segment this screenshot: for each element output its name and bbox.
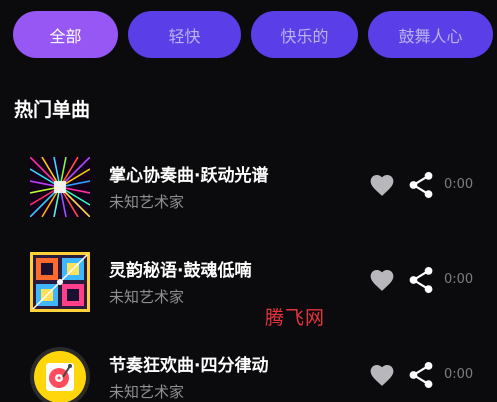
song-title: 灵韵秘语·鼓魂低喃	[109, 261, 252, 281]
record-player-cover	[30, 347, 90, 402]
watermark-text: 腾飞网	[265, 307, 326, 329]
share-icon[interactable]	[408, 361, 434, 389]
heart-icon[interactable]	[369, 268, 395, 292]
song-row[interactable]: 节奏狂欢曲·四分律动 未知艺术家 0:00	[0, 337, 497, 402]
song-row[interactable]: 掌心协奏曲·跃动光谱 未知艺术家 0:00	[0, 147, 497, 227]
tab-label: 鼓舞人心	[398, 26, 463, 46]
song-title: 掌心协奏曲·跃动光谱	[109, 166, 269, 186]
share-icon[interactable]	[408, 171, 434, 199]
song-duration: 0:00	[444, 177, 474, 192]
song-duration: 0:00	[444, 272, 474, 287]
tab-all[interactable]: 全部	[13, 11, 118, 58]
tab-label: 全部	[49, 26, 82, 46]
tab-upbeat[interactable]: 轻快	[128, 11, 241, 58]
song-title: 节奏狂欢曲·四分律动	[109, 356, 269, 376]
share-icon[interactable]	[408, 266, 434, 294]
song-duration: 0:00	[444, 367, 474, 382]
song-row[interactable]: 灵韵秘语·鼓魂低喃 未知艺术家 0:00	[0, 242, 497, 322]
tab-label: 快乐的	[280, 26, 329, 46]
section-title: 热门单曲	[14, 99, 91, 121]
colorful-grid-cover	[30, 252, 90, 312]
song-artist: 未知艺术家	[109, 383, 185, 401]
tab-label: 轻快	[168, 26, 201, 46]
song-artist: 未知艺术家	[109, 193, 185, 211]
song-artist: 未知艺术家	[109, 288, 185, 306]
neon-tunnel-cover	[30, 157, 90, 217]
category-tabs: 全部 轻快 快乐的 鼓舞人心	[13, 11, 493, 58]
tab-happy[interactable]: 快乐的	[251, 11, 358, 58]
heart-icon[interactable]	[369, 363, 395, 387]
tab-inspiring[interactable]: 鼓舞人心	[368, 11, 493, 58]
heart-icon[interactable]	[369, 173, 395, 197]
